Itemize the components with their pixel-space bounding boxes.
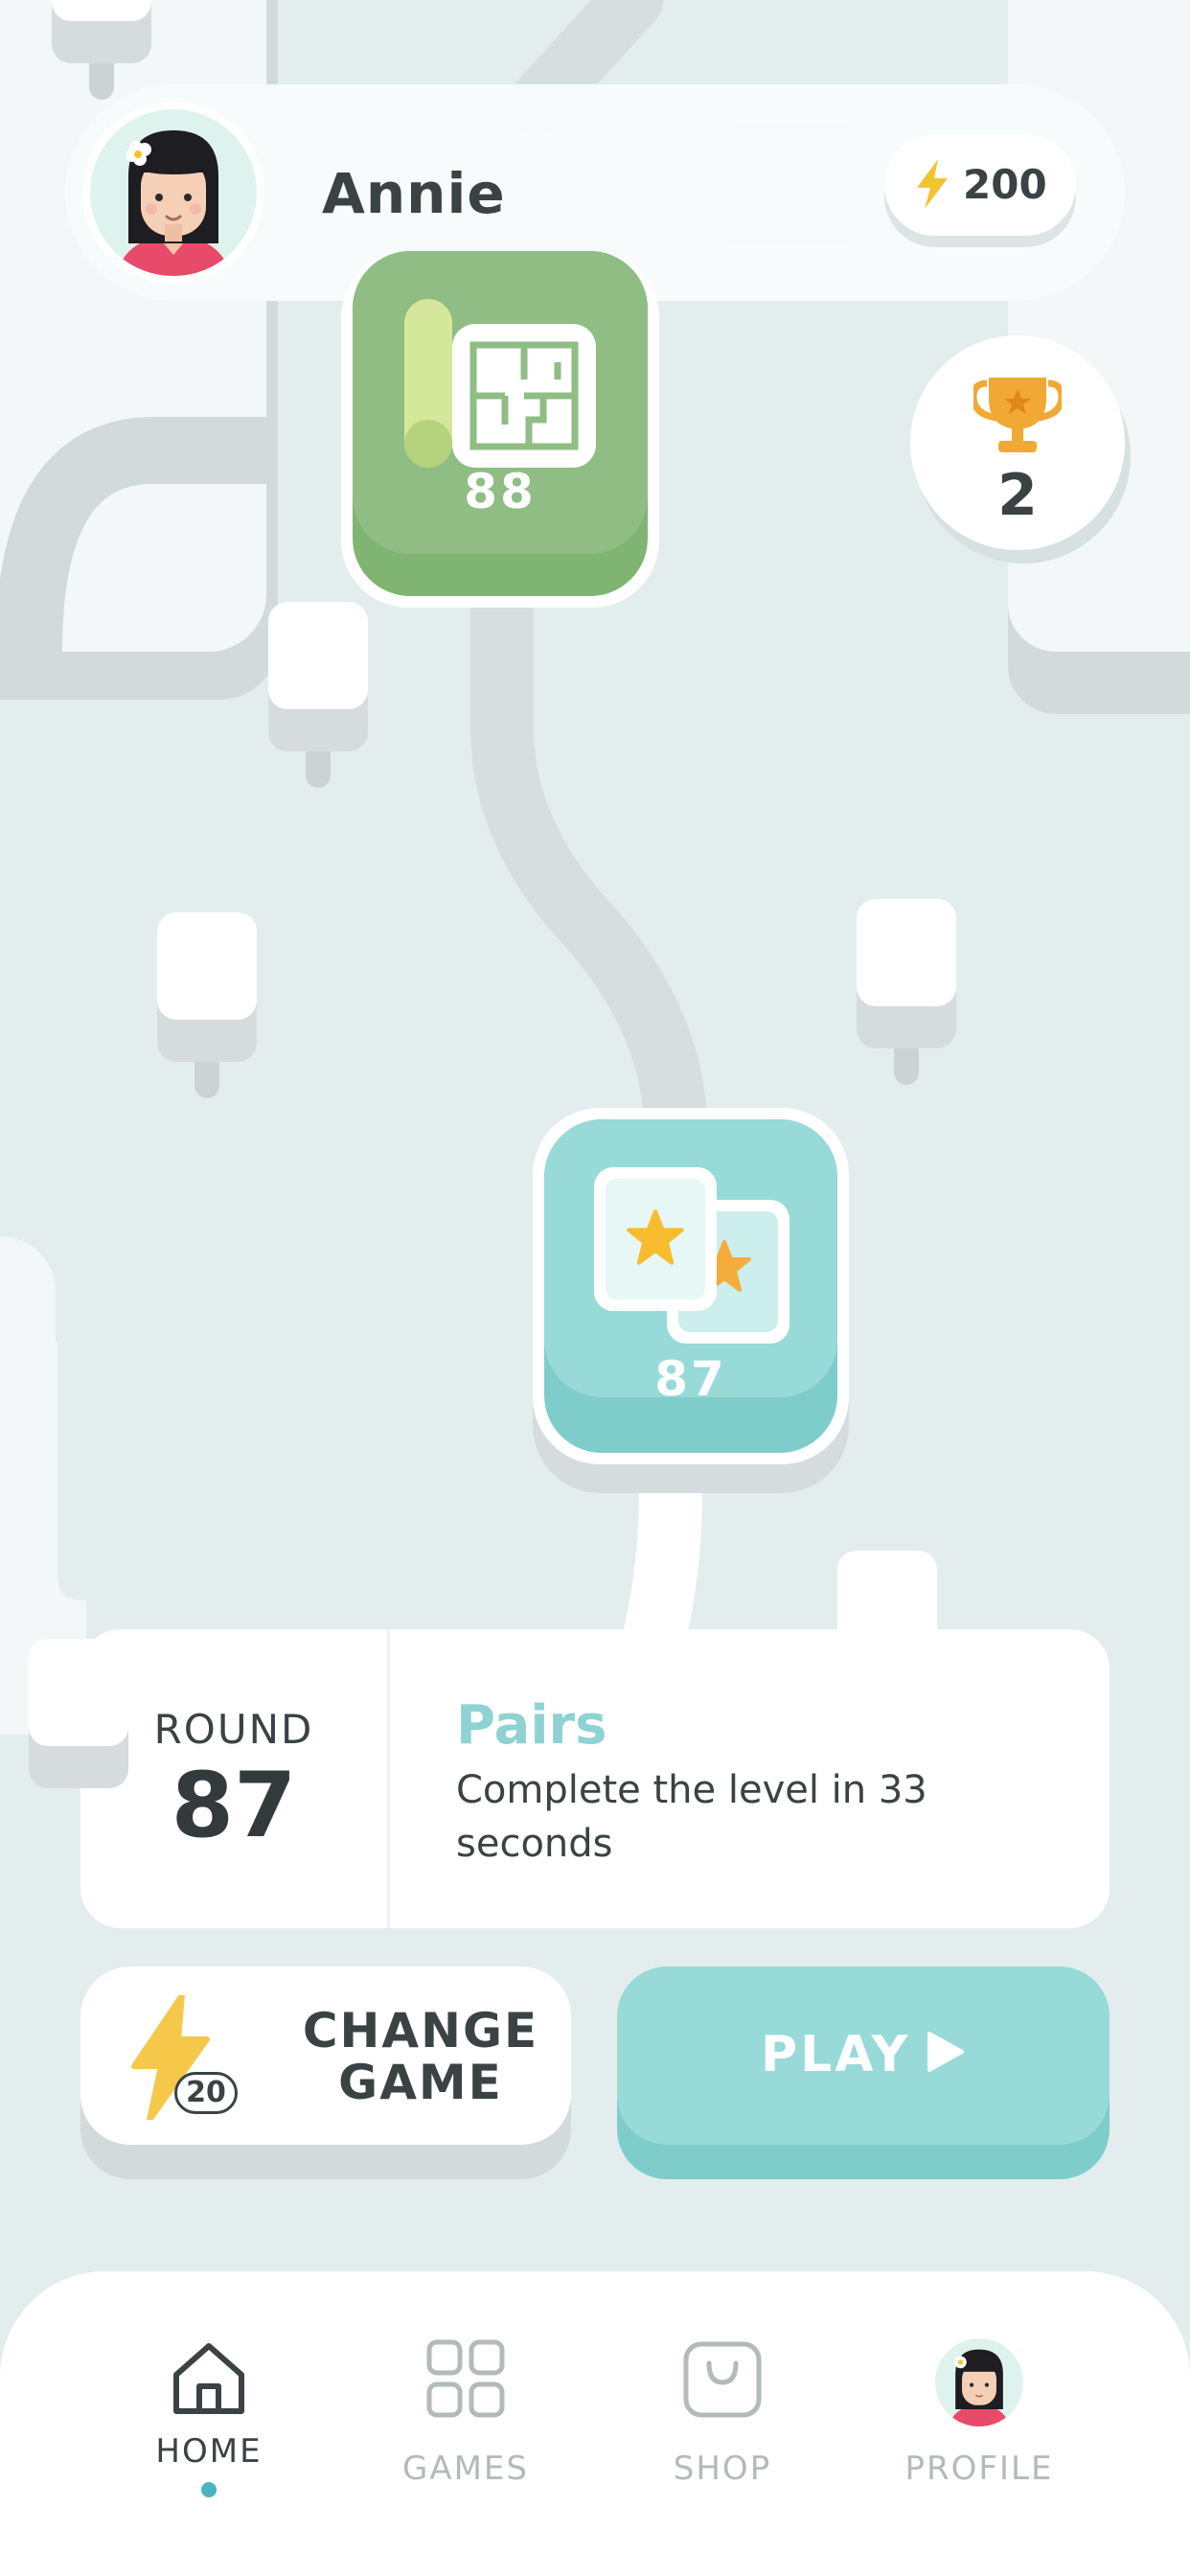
bag-icon [683,2341,762,2418]
divider [387,1629,390,1928]
tree [157,912,257,1098]
play-icon [927,2032,964,2072]
level-number: 88 [464,464,537,519]
grid-icon [426,2339,505,2418]
trophy-button[interactable]: 2 [910,335,1125,550]
play-button[interactable]: PLAY [617,1966,1110,2145]
nav-shop-label: SHOP [673,2450,772,2488]
trophy-icon [973,378,1062,452]
nav-games[interactable]: GAMES [370,2338,561,2511]
nav-profile-label: PROFILE [904,2450,1054,2488]
energy-amount: 200 [963,161,1047,208]
nav-home-label: HOME [155,2432,263,2471]
tree [29,1639,128,1788]
bottom-nav: HOME GAMES SHOP PROFILE [0,2271,1190,2576]
nav-shop[interactable]: SHOP [627,2338,818,2511]
tree [268,602,368,788]
username: Annie [322,161,506,226]
tree [837,1551,937,1658]
trophy-count: 2 [997,462,1038,529]
level-number: 87 [654,1351,727,1407]
nav-profile[interactable]: PROFILE [883,2338,1075,2511]
card-front [594,1167,717,1311]
lightning-icon [917,159,948,209]
star-icon [627,1209,684,1265]
level-tile-87[interactable]: 87 [533,1108,849,1464]
cost-badge: 20 [174,2072,238,2114]
round-info-card: ROUND 87 Pairs Complete the level in 33 … [80,1629,1110,1928]
home-icon [173,2343,244,2414]
energy-counter[interactable]: 200 [884,134,1076,236]
avatar [935,2338,1023,2426]
game-description: Complete the level in 33 seconds [456,1768,927,1866]
change-game-button[interactable]: 20 CHANGE GAME [80,1966,571,2145]
tree [857,899,956,1085]
change-game-label: CHANGE GAME [302,2003,539,2110]
active-indicator [201,2482,217,2497]
nav-games-label: GAMES [401,2450,529,2488]
tree [52,0,151,100]
play-label: PLAY [761,2026,911,2083]
avatar[interactable] [82,102,264,284]
nav-home[interactable]: HOME [113,2338,305,2511]
maze-icon [452,324,596,468]
game-name: Pairs [456,1694,607,1757]
level-tile-88[interactable]: 88 [341,251,659,608]
